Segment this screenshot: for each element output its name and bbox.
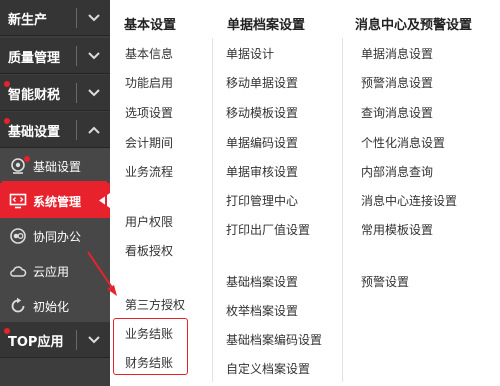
link-query-messages[interactable]: 查询消息设置 <box>361 104 433 121</box>
link-internal-messages[interactable]: 内部消息查询 <box>361 163 433 180</box>
sidebar-item-basic-settings[interactable]: 基础设置 <box>0 112 110 148</box>
link-mobile-template[interactable]: 移动模板设置 <box>226 104 298 121</box>
link-alert-settings[interactable]: 预警设置 <box>361 273 409 290</box>
cloud-icon <box>10 266 27 277</box>
divider <box>76 46 77 66</box>
divider <box>76 83 77 103</box>
link-doc-messages[interactable]: 单据消息设置 <box>361 45 433 62</box>
caret-left-icon <box>99 193 110 208</box>
sidebar-subitem-initialize[interactable]: 初始化 <box>0 288 110 323</box>
sidebar-item-quality[interactable]: 质量管理 <box>0 38 110 74</box>
link-doc-numbering[interactable]: 单据编码设置 <box>226 134 298 151</box>
sidebar-subitem-basic-settings[interactable]: 基础设置 <box>0 148 110 183</box>
sidebar-subitem-label: 云应用 <box>33 265 70 279</box>
sidebar-subitem-label: 协同办公 <box>33 230 82 244</box>
column-header-messages: 消息中心及预警设置 <box>355 18 473 33</box>
link-basic-archive[interactable]: 基础档案设置 <box>226 273 298 290</box>
sidebar-item-label: 质量管理 <box>8 51 61 66</box>
sidebar: 新生产 质量管理 智能财税 基础设置 基础设置 系统管理 协同办公 云应用 初始… <box>0 0 110 386</box>
sidebar-footer <box>0 358 110 386</box>
webcam-icon <box>11 158 25 174</box>
sidebar-item-label: TOP应用 <box>8 335 64 350</box>
chevron-down-icon[interactable] <box>86 332 102 348</box>
monitor-code-icon <box>9 193 27 209</box>
link-mobile-doc-settings[interactable]: 移动单据设置 <box>226 74 298 91</box>
link-third-party-auth[interactable]: 第三方授权 <box>125 296 185 313</box>
link-enum-archive[interactable]: 枚举档案设置 <box>226 302 298 319</box>
sidebar-subitem-label: 系统管理 <box>33 195 82 209</box>
link-options[interactable]: 选项设置 <box>125 104 173 121</box>
column-header-basic: 基本设置 <box>124 18 177 33</box>
sidebar-subitem-collaboration[interactable]: 协同办公 <box>0 218 110 253</box>
link-basic-info[interactable]: 基本信息 <box>125 45 173 62</box>
link-business-flow[interactable]: 业务流程 <box>125 163 173 180</box>
link-feature-enable[interactable]: 功能启用 <box>125 74 173 91</box>
link-doc-design[interactable]: 单据设计 <box>226 45 274 62</box>
link-message-connection[interactable]: 消息中心连接设置 <box>361 192 457 209</box>
link-doc-approval[interactable]: 单据审核设置 <box>226 163 298 180</box>
column-header-documents: 单据档案设置 <box>227 18 306 33</box>
column-divider <box>212 38 213 382</box>
sidebar-item-new-production[interactable]: 新生产 <box>0 0 110 36</box>
sidebar-subitem-system-management[interactable]: 系统管理 <box>0 183 110 218</box>
link-custom-archive[interactable]: 自定义档案设置 <box>226 360 310 377</box>
column-divider <box>342 38 343 382</box>
chevron-down-icon[interactable] <box>86 85 102 101</box>
link-alert-messages[interactable]: 预警消息设置 <box>361 74 433 91</box>
link-common-templates[interactable]: 常用模板设置 <box>361 221 433 238</box>
link-print-center[interactable]: 打印管理中心 <box>226 192 298 209</box>
link-archive-numbering[interactable]: 基础档案编码设置 <box>226 331 322 348</box>
sidebar-subitem-label: 基础设置 <box>33 160 82 174</box>
sidebar-item-label: 智能财税 <box>8 88 61 103</box>
refresh-icon <box>11 297 25 313</box>
divider <box>76 330 77 350</box>
link-print-defaults[interactable]: 打印出厂值设置 <box>226 221 310 238</box>
chevron-up-icon[interactable] <box>86 122 102 138</box>
sidebar-item-top-apps[interactable]: TOP应用 <box>0 322 110 358</box>
highlight-box <box>113 318 188 375</box>
sidebar-item-finance-tax[interactable]: 智能财税 <box>0 75 110 111</box>
link-accounting-period[interactable]: 会计期间 <box>125 134 173 151</box>
link-personal-messages[interactable]: 个性化消息设置 <box>361 134 445 151</box>
divider <box>76 120 77 140</box>
collaboration-icon <box>10 228 26 244</box>
divider <box>76 8 77 28</box>
sidebar-item-label: 基础设置 <box>8 125 61 140</box>
link-board-auth[interactable]: 看板授权 <box>125 242 173 259</box>
chevron-down-icon[interactable] <box>86 48 102 64</box>
sidebar-subitem-cloud-apps[interactable]: 云应用 <box>0 253 110 288</box>
sidebar-subitem-label: 初始化 <box>33 300 70 314</box>
link-user-permissions[interactable]: 用户权限 <box>125 213 173 230</box>
chevron-down-icon[interactable] <box>86 10 102 26</box>
sidebar-item-label: 新生产 <box>8 13 48 28</box>
